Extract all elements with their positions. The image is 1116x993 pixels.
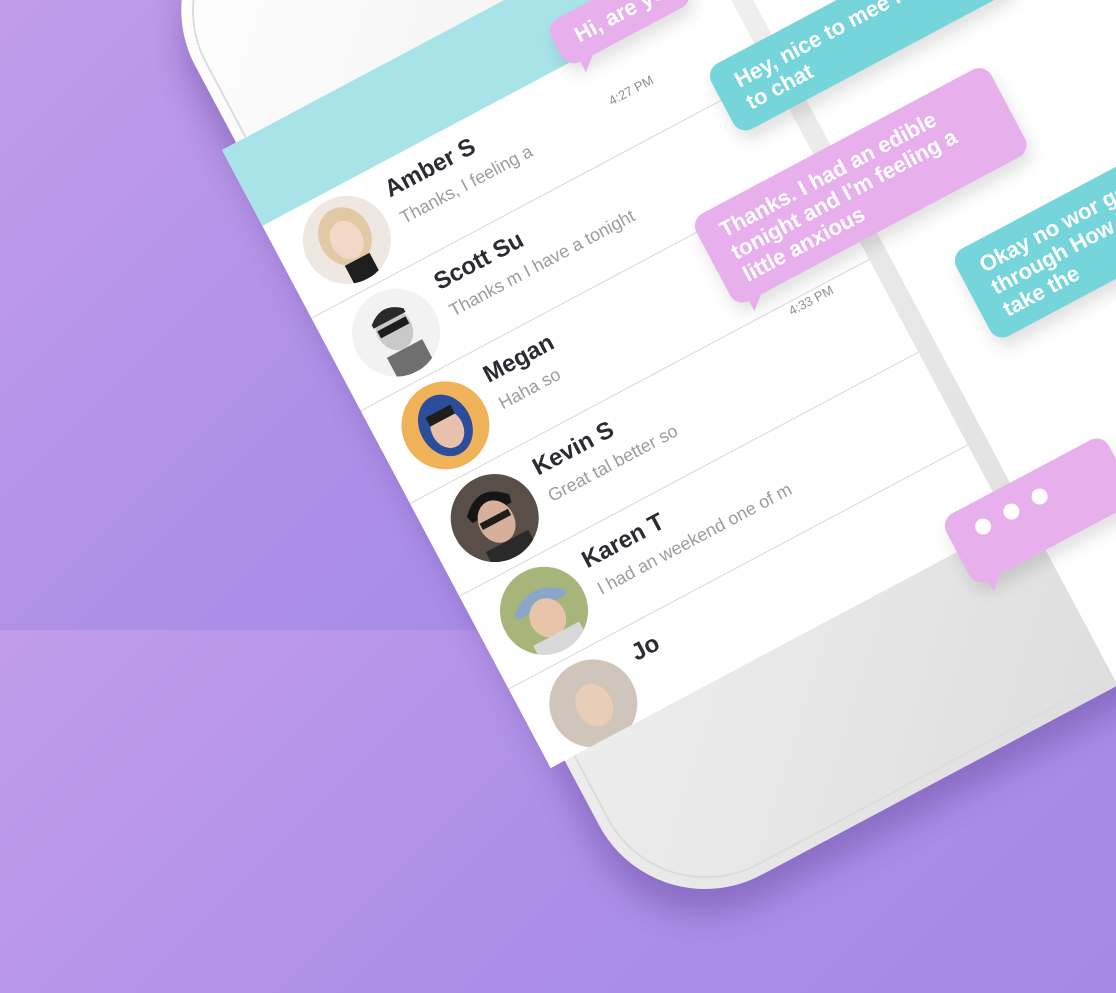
contact-name: Jo bbox=[626, 629, 665, 667]
